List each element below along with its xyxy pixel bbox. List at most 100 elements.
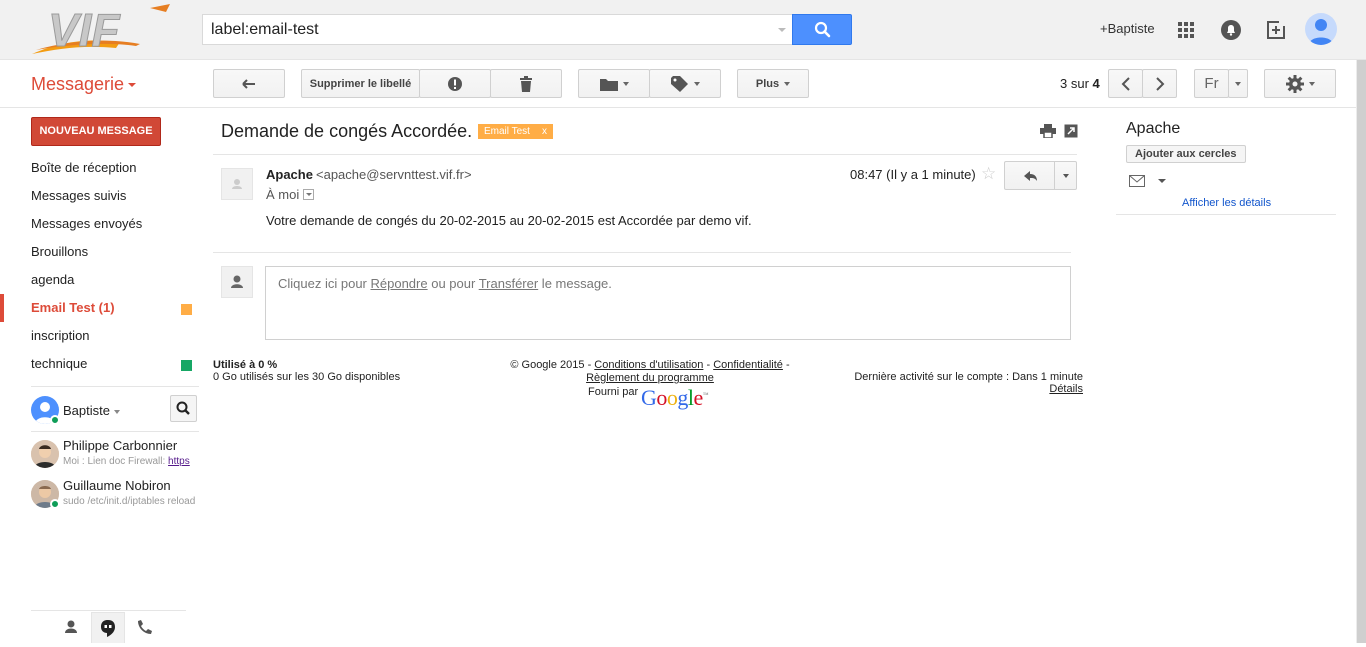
sidebar-item-label: agenda: [31, 272, 75, 287]
sidebar-item-label: Messages suivis: [31, 188, 127, 203]
contact-card-name: Apache: [1126, 120, 1181, 137]
separator: -: [703, 359, 714, 371]
privacy-link[interactable]: Confidentialité: [713, 359, 783, 371]
delete-button[interactable]: [490, 69, 562, 98]
chevron-down-icon: [784, 81, 791, 86]
hangouts-tab[interactable]: [91, 612, 125, 643]
print-icon[interactable]: [1040, 124, 1056, 138]
remove-label-x[interactable]: x: [542, 126, 547, 137]
sidebar-item-sent[interactable]: Messages envoyés: [0, 210, 200, 238]
input-tools-dropdown[interactable]: [1228, 69, 1248, 98]
chat-status-menu[interactable]: Baptiste: [63, 403, 120, 418]
online-status-icon: [50, 499, 60, 509]
sender-avatar[interactable]: [221, 168, 253, 200]
thread-subject: Demande de congés Accordée.: [221, 121, 473, 141]
sidebar-item-technique[interactable]: technique: [0, 350, 200, 378]
reply-button[interactable]: [1004, 161, 1054, 190]
phone-tab[interactable]: [128, 612, 162, 643]
activity-details-link[interactable]: Détails: [1049, 383, 1083, 395]
chat-contact[interactable]: Guillaume Nobiron sudo /etc/init.d/iptab…: [31, 478, 199, 518]
reply-prompt-text: le message.: [538, 276, 612, 291]
vif-logo[interactable]: VIF: [30, 2, 175, 58]
message-body: Votre demande de congés du 20-02-2015 au…: [266, 213, 752, 228]
older-button[interactable]: [1142, 69, 1177, 98]
snippet-link[interactable]: https: [168, 456, 190, 467]
reply-link[interactable]: Répondre: [371, 276, 428, 291]
copyright-text: © Google 2015 -: [510, 359, 595, 371]
contact-name: Philippe Carbonnier: [63, 438, 178, 453]
message-timestamp: 08:47 (Il y a 1 minute): [850, 167, 976, 182]
compose-button[interactable]: NOUVEAU MESSAGE: [31, 117, 161, 146]
input-tools-button[interactable]: Fr: [1194, 69, 1229, 98]
add-to-circles-button[interactable]: Ajouter aux cercles: [1126, 145, 1246, 163]
move-to-button[interactable]: [578, 69, 650, 98]
chat-search-button[interactable]: [170, 395, 197, 422]
message-more-button[interactable]: [1054, 161, 1077, 190]
label-tag-icon: [670, 75, 688, 92]
plus-user-link[interactable]: +Baptiste: [1100, 21, 1155, 36]
contact-name: Guillaume Nobiron: [63, 478, 171, 493]
sidebar-item-drafts[interactable]: Brouillons: [0, 238, 200, 266]
sidebar-item-label: Messages envoyés: [31, 216, 143, 231]
trash-icon: [520, 75, 532, 92]
sidebar-item-email-test[interactable]: Email Test (1): [0, 294, 200, 322]
chevron-down-icon: [1308, 81, 1315, 86]
sender-name[interactable]: Apache: [266, 167, 313, 182]
chevron-down-icon: [693, 81, 700, 86]
snippet-text: sudo /etc/init.d/iptables reload: [63, 496, 196, 507]
settings-button[interactable]: [1264, 69, 1336, 98]
sidebar-item-agenda[interactable]: agenda: [0, 266, 200, 294]
search-button[interactable]: [792, 14, 852, 45]
mail-icon[interactable]: [1129, 175, 1145, 187]
show-details-link[interactable]: Afficher les détails: [1182, 197, 1271, 209]
search-box[interactable]: [202, 14, 792, 45]
search-icon: [814, 21, 831, 38]
scrollbar-thumb[interactable]: [1357, 60, 1366, 643]
sidebar-item-inbox[interactable]: Boîte de réception: [0, 154, 200, 182]
app-switcher[interactable]: Messagerie: [31, 74, 137, 95]
folder-icon: [599, 78, 618, 91]
star-icon[interactable]: ☆: [981, 164, 996, 184]
chat-contact[interactable]: Philippe Carbonnier Moi : Lien doc Firew…: [31, 438, 199, 478]
sidebar-item-label: inscription: [31, 328, 90, 343]
gear-icon: [1285, 74, 1304, 93]
label-color-swatch[interactable]: [181, 304, 192, 315]
program-policies-link[interactable]: Règlement du programme: [586, 372, 714, 384]
divider: [213, 154, 1077, 155]
chevron-down-icon: [113, 409, 120, 414]
terms-link[interactable]: Conditions d'utilisation: [594, 359, 703, 371]
remove-label-button[interactable]: Supprimer le libellé: [301, 69, 420, 98]
svg-text:VIF: VIF: [48, 4, 121, 56]
label-color-swatch[interactable]: [181, 360, 192, 371]
newer-button[interactable]: [1108, 69, 1143, 98]
forward-link[interactable]: Transférer: [479, 276, 538, 291]
search-input[interactable]: [211, 20, 766, 40]
new-window-icon[interactable]: [1064, 124, 1078, 138]
thread-label-chip[interactable]: Email Test x: [478, 124, 553, 139]
recipient-line: À moi: [266, 187, 315, 202]
reply-box[interactable]: Cliquez ici pour Répondre ou pour Transf…: [265, 266, 1071, 340]
divider: [1116, 214, 1336, 215]
google-logo[interactable]: Google™: [641, 385, 709, 411]
share-plus-icon[interactable]: [1262, 16, 1290, 44]
report-spam-button[interactable]: [419, 69, 491, 98]
back-to-list-button[interactable]: [213, 69, 285, 98]
more-label: Plus: [755, 77, 780, 90]
phone-icon: [138, 620, 152, 634]
more-actions-button[interactable]: Plus: [737, 69, 809, 98]
show-details-dropdown[interactable]: [303, 189, 315, 200]
apps-grid-icon[interactable]: [1172, 16, 1200, 44]
chat-me-name: Baptiste: [63, 403, 110, 418]
labels-button[interactable]: [649, 69, 721, 98]
sidebar-item-label: Boîte de réception: [31, 160, 137, 175]
person-placeholder-icon: [232, 179, 242, 189]
contacts-tab[interactable]: [54, 612, 88, 643]
sender-email: <apache@servnttest.vif.fr>: [316, 167, 472, 182]
pager-count: 3 sur 4: [1060, 76, 1100, 91]
sidebar-item-inscription[interactable]: inscription: [0, 322, 200, 350]
account-avatar[interactable]: [1305, 13, 1337, 45]
sidebar-item-starred[interactable]: Messages suivis: [0, 182, 200, 210]
notifications-icon[interactable]: [1217, 16, 1245, 44]
chevron-down-icon[interactable]: [1158, 179, 1166, 183]
search-options-arrow-icon[interactable]: [778, 28, 786, 32]
